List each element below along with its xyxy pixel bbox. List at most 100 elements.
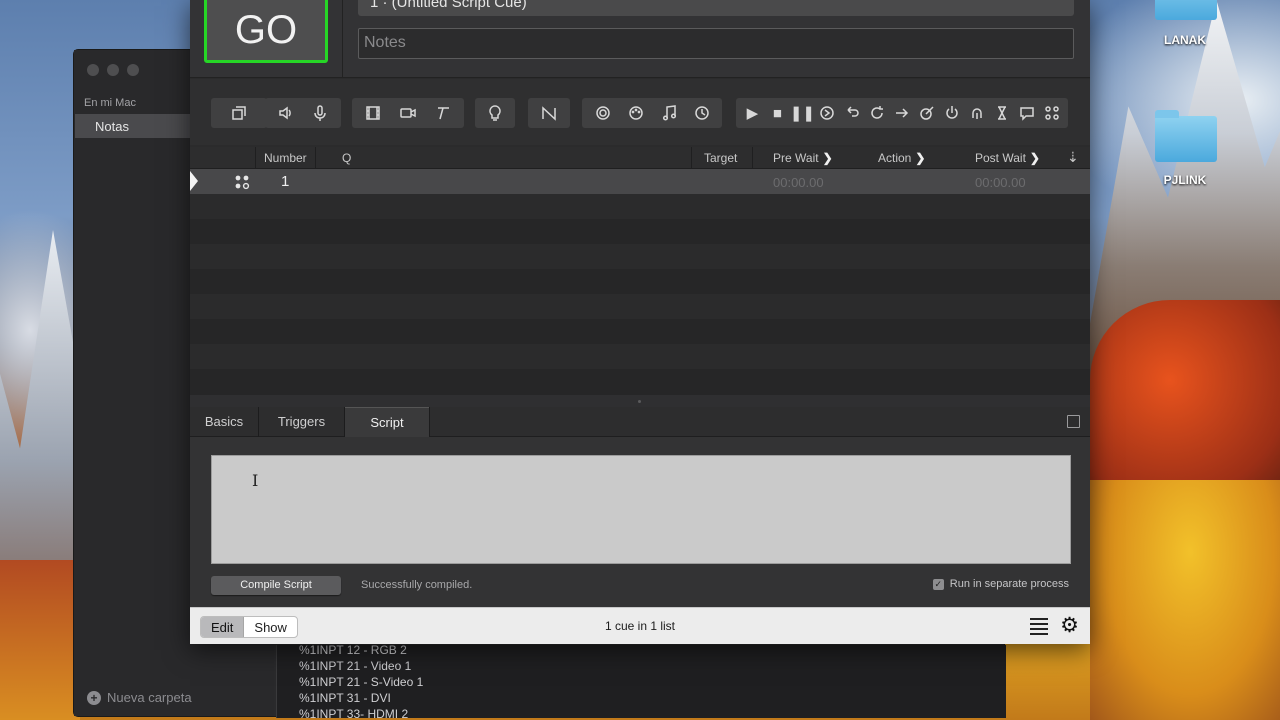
column-q[interactable]: Q — [342, 151, 351, 165]
pause-cue-icon[interactable]: ❚❚ — [790, 100, 815, 126]
list-icon[interactable] — [1030, 618, 1048, 635]
script-cue-icon[interactable] — [1039, 100, 1064, 126]
note-line: %1INPT 31 - DVI — [299, 691, 391, 705]
table-row[interactable]: 1 00:00.00 00:00.00 — [190, 169, 1090, 194]
header-divider — [342, 0, 343, 78]
wait-cue-icon[interactable] — [989, 100, 1014, 126]
network-cue-icon[interactable] — [590, 100, 616, 126]
arm-cue-icon[interactable] — [939, 100, 964, 126]
chevron-right-icon: ❯ — [915, 151, 926, 165]
fade-cue-icon[interactable] — [536, 100, 562, 126]
separate-process-checkbox[interactable]: ✓ — [932, 578, 944, 590]
midi-cue-icon[interactable] — [623, 100, 649, 126]
column-divider — [255, 147, 256, 169]
notes-field[interactable]: Notes — [358, 28, 1074, 59]
toolbar-group-transport: ▶ ■ ❚❚ — [736, 98, 1068, 128]
group-cue-icon[interactable] — [226, 100, 252, 126]
cue-pre-wait[interactable]: 00:00.00 — [773, 175, 824, 190]
empty-row — [190, 369, 1090, 395]
toolbar-group-video — [352, 98, 464, 128]
column-number[interactable]: Number — [264, 151, 307, 165]
tab-triggers[interactable]: Triggers — [259, 407, 344, 437]
sidebar-item-notas[interactable]: Notas — [75, 114, 193, 138]
column-action[interactable]: Action ❯ — [878, 151, 925, 165]
playhead-icon — [190, 171, 198, 191]
mic-cue-icon[interactable] — [307, 100, 333, 126]
empty-row — [190, 269, 1090, 294]
cue-name-field[interactable]: 1 · (Untitled Script Cue) — [358, 0, 1074, 16]
target-cue-icon[interactable] — [915, 100, 940, 126]
sidebar-heading: En mi Mac — [84, 97, 136, 109]
load-cue-icon[interactable] — [815, 100, 840, 126]
script-cue-type-icon — [235, 175, 250, 190]
go-button[interactable]: GO — [204, 0, 328, 63]
chevron-right-icon: ❯ — [822, 151, 833, 165]
music-note-icon[interactable] — [656, 100, 682, 126]
close-button[interactable] — [87, 64, 99, 76]
column-target[interactable]: Target — [704, 151, 737, 165]
column-divider — [752, 147, 753, 169]
note-line: %1INPT 21 - Video 1 — [299, 659, 412, 673]
cue-post-wait[interactable]: 00:00.00 — [975, 175, 1026, 190]
action-label: Action — [878, 151, 912, 165]
gear-icon[interactable]: ⚙ — [1060, 615, 1079, 637]
column-divider — [691, 147, 692, 169]
script-editor[interactable]: I — [211, 455, 1071, 564]
timecode-cue-icon[interactable] — [689, 100, 715, 126]
chevron-right-icon: ❯ — [1029, 151, 1040, 165]
folder-icon[interactable] — [1155, 0, 1217, 20]
empty-row — [190, 194, 1090, 219]
minimize-button[interactable] — [107, 64, 119, 76]
memo-cue-icon[interactable] — [1014, 100, 1039, 126]
workspace-footer: Edit Show 1 cue in 1 list ⚙ — [190, 607, 1090, 644]
toolbar-group-control — [582, 98, 722, 128]
qlab-workspace-window: GO 1 · (Untitled Script Cue) Notes ▶ ■ ❚… — [190, 0, 1090, 644]
devamp-cue-icon[interactable] — [865, 100, 890, 126]
disarm-cue-icon[interactable] — [964, 100, 989, 126]
column-post-wait[interactable]: Post Wait ❯ — [975, 151, 1040, 165]
tab-basics[interactable]: Basics — [190, 407, 258, 437]
empty-row — [190, 294, 1090, 319]
tab-script[interactable]: Script — [345, 407, 429, 437]
text-cue-icon[interactable] — [430, 100, 456, 126]
divider-grip — [638, 400, 641, 403]
desktop-icon-label-pjlink[interactable]: PJLINK — [1135, 173, 1235, 187]
reset-cue-icon[interactable] — [840, 100, 865, 126]
window-controls — [87, 64, 139, 76]
goto-cue-icon[interactable] — [890, 100, 915, 126]
note-line: %1INPT 21 - S-Video 1 — [299, 675, 424, 689]
folder-icon[interactable] — [1155, 110, 1217, 162]
script-inspector: I Compile Script Successfully compiled. … — [190, 437, 1090, 607]
new-folder-button[interactable]: + Nueva carpeta — [87, 690, 192, 705]
empty-row — [190, 244, 1090, 269]
popout-inspector-icon[interactable] — [1067, 415, 1080, 428]
empty-row — [190, 319, 1090, 344]
column-divider — [315, 147, 316, 169]
workspace-header: GO 1 · (Untitled Script Cue) Notes — [190, 0, 1090, 78]
stop-cue-icon[interactable]: ■ — [765, 100, 790, 126]
video-cue-icon[interactable] — [360, 100, 386, 126]
audio-cue-icon[interactable] — [273, 100, 299, 126]
compile-status: Successfully compiled. — [361, 579, 473, 591]
toolbar-group-fade — [528, 98, 570, 128]
zoom-button[interactable] — [127, 64, 139, 76]
tab-divider — [429, 407, 430, 437]
continue-mode-icon[interactable]: ⇣ — [1067, 149, 1079, 166]
split-view-divider[interactable] — [190, 395, 1090, 407]
note-content[interactable]: %1INPT 12 - RGB 2 %1INPT 21 - Video 1 %1… — [276, 643, 1006, 720]
light-cue-icon[interactable] — [482, 100, 508, 126]
toolbar-group-light — [475, 98, 515, 128]
text-cursor-icon: I — [252, 471, 259, 490]
new-folder-label: Nueva carpeta — [107, 690, 192, 705]
column-pre-wait[interactable]: Pre Wait ❯ — [773, 151, 833, 165]
note-line: %1INPT 12 - RGB 2 — [299, 643, 407, 657]
desktop-icon-label-lanak[interactable]: LANAK — [1135, 33, 1235, 47]
separate-process-option[interactable]: ✓ Run in separate process — [932, 578, 1069, 590]
start-cue-icon[interactable]: ▶ — [740, 100, 765, 126]
compile-script-button[interactable]: Compile Script — [211, 576, 341, 595]
cue-list-header: Number Q Target Pre Wait ❯ Action ❯ Post W… — [190, 147, 1090, 169]
cue-number: 1 — [281, 173, 290, 190]
toolbar-group-audio — [265, 98, 341, 128]
empty-row — [190, 344, 1090, 369]
camera-cue-icon[interactable] — [395, 100, 421, 126]
